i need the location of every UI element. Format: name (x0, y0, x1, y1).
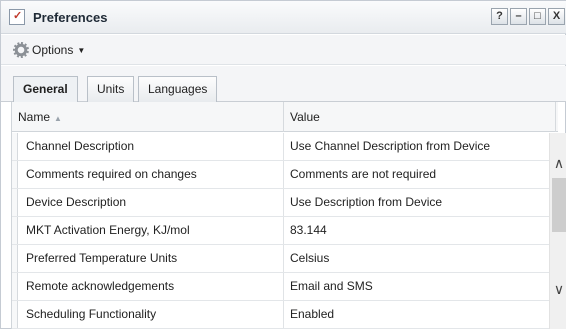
chevron-down-icon: ▼ (77, 45, 86, 55)
scroll-down-icon[interactable]: ∨ (550, 281, 566, 297)
sort-ascending-icon: ▲ (54, 114, 62, 123)
row-handle (12, 273, 18, 300)
vertical-scrollbar[interactable]: ∧ ∨ (549, 133, 566, 329)
tab-languages[interactable]: Languages (138, 76, 218, 102)
help-button[interactable]: ? (491, 8, 508, 25)
row-name: Scheduling Functionality (26, 307, 157, 321)
preferences-window: ✓ Preferences ? – □ X Options ▼ General … (0, 0, 566, 329)
table-row[interactable]: Preferred Temperature Units Celsius (12, 245, 550, 273)
row-value[interactable]: 83.144 (290, 217, 548, 244)
cell-divider (283, 133, 284, 160)
row-value[interactable]: Enabled (290, 301, 548, 328)
column-header-name[interactable]: Name ▲ (12, 102, 284, 132)
row-name: MKT Activation Energy, KJ/mol (26, 223, 190, 237)
cell-divider (283, 217, 284, 244)
gear-icon (13, 42, 29, 58)
grid-rows: Channel Description Use Channel Descript… (12, 133, 550, 329)
options-menu-button[interactable]: Options ▼ (13, 40, 85, 60)
cell-divider (283, 301, 284, 328)
minimize-button[interactable]: – (510, 8, 527, 25)
title-bar: ✓ Preferences ? – □ X (1, 1, 566, 34)
row-handle (12, 161, 18, 188)
table-row[interactable]: MKT Activation Energy, KJ/mol 83.144 (12, 217, 550, 245)
tab-bar: General Units Languages (1, 66, 566, 103)
preferences-app-icon: ✓ (9, 9, 25, 25)
cell-divider (283, 161, 284, 188)
row-value[interactable]: Comments are not required (290, 161, 548, 188)
close-button[interactable]: X (548, 8, 565, 25)
column-value-label: Value (290, 110, 320, 124)
row-value[interactable]: Celsius (290, 245, 548, 272)
row-name: Comments required on changes (26, 167, 197, 181)
table-row[interactable]: Channel Description Use Channel Descript… (12, 133, 550, 161)
row-handle (12, 301, 18, 328)
row-name: Channel Description (26, 139, 135, 153)
cell-divider (283, 245, 284, 272)
column-name-label: Name (18, 110, 51, 124)
table-row[interactable]: Scheduling Functionality Enabled (12, 301, 550, 329)
table-row[interactable]: Remote acknowledgements Email and SMS (12, 273, 550, 301)
preferences-grid: Name ▲ Value Channel Description Use Chan… (11, 102, 566, 329)
row-name: Device Description (26, 195, 127, 209)
row-handle (12, 217, 18, 244)
table-row[interactable]: Device Description Use Description from … (12, 189, 550, 217)
tab-general[interactable]: General (13, 76, 78, 103)
toolbar: Options ▼ (1, 35, 566, 65)
scrollbar-thumb[interactable] (552, 178, 566, 232)
cell-divider (283, 189, 284, 216)
maximize-button[interactable]: □ (529, 8, 546, 25)
window-controls: ? – □ X (489, 8, 565, 28)
row-value[interactable]: Use Channel Description from Device (290, 133, 548, 160)
column-header-value[interactable]: Value (284, 102, 556, 132)
row-handle (12, 189, 18, 216)
options-label: Options (32, 43, 74, 57)
row-name: Preferred Temperature Units (26, 251, 178, 265)
table-row[interactable]: Comments required on changes Comments ar… (12, 161, 550, 189)
scroll-up-icon[interactable]: ∧ (550, 155, 566, 171)
cell-divider (283, 273, 284, 300)
row-handle (12, 245, 18, 272)
tab-units[interactable]: Units (87, 76, 135, 102)
row-name: Remote acknowledgements (26, 279, 175, 293)
row-value[interactable]: Use Description from Device (290, 189, 548, 216)
grid-header: Name ▲ Value (12, 102, 558, 132)
row-handle (12, 133, 18, 160)
row-value[interactable]: Email and SMS (290, 273, 548, 300)
window-title: Preferences (33, 10, 108, 25)
